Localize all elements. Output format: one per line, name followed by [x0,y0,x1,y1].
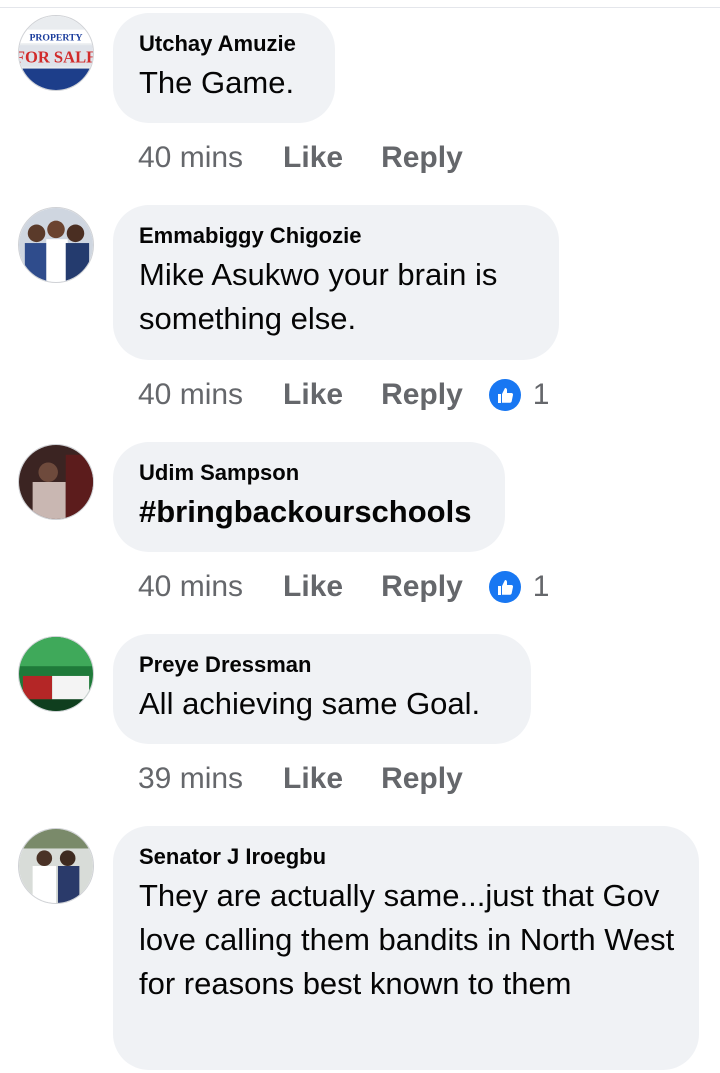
comment-text: The Game. [139,65,295,100]
reaction-count: 1 [532,570,550,603]
comment-text: #bringbackourschools [139,494,472,529]
reply-button[interactable]: Reply [381,141,463,175]
avatar[interactable] [18,636,94,712]
avatar-image [19,445,93,519]
comment-time[interactable]: 40 mins [138,378,243,412]
comment-bubble: Udim Sampson #bringbackourschools [113,442,505,552]
comment-author[interactable]: Emmabiggy Chigozie [139,223,533,249]
comment-author[interactable]: Udim Sampson [139,460,479,486]
comment-bubble: Preye Dressman All achieving same Goal. [113,634,531,744]
comment-author[interactable]: Senator J Iroegbu [139,844,673,870]
avatar[interactable] [18,207,94,283]
like-button[interactable]: Like [283,141,343,175]
thumbs-up-icon [488,571,521,603]
reply-button[interactable]: Reply [381,378,463,412]
comment-time[interactable]: 39 mins [138,762,243,796]
comment-actions: 40 mins Like Reply [138,138,501,178]
avatar-sign-text: PROPERTY [29,32,82,43]
like-button[interactable]: Like [283,570,343,604]
like-button[interactable]: Like [283,378,343,412]
avatar-image: PROPERTY FOR SALE [19,16,93,90]
comment-time[interactable]: 40 mins [138,570,243,604]
reaction-count: 1 [532,378,550,411]
avatar[interactable] [18,444,94,520]
avatar-image [19,208,93,282]
comment-text: They are actually same...just that Gov l… [139,878,675,1001]
comment-text: All achieving same Goal. [139,686,481,721]
top-divider [0,0,720,8]
reply-button[interactable]: Reply [381,570,463,604]
reply-button[interactable]: Reply [381,762,463,796]
comment-time[interactable]: 40 mins [138,141,243,175]
reaction-summary[interactable]: 1 [488,570,550,604]
comment-actions: 40 mins Like Reply 1 [138,567,549,607]
comment-author[interactable]: Utchay Amuzie [139,31,309,57]
comment-bubble: Senator J Iroegbu They are actually same… [113,826,699,1070]
avatar[interactable] [18,828,94,904]
thumbs-up-icon [488,379,521,411]
avatar[interactable]: PROPERTY FOR SALE [18,15,94,91]
like-button[interactable]: Like [283,762,343,796]
comment-bubble: Emmabiggy Chigozie Mike Asukwo your brai… [113,205,559,360]
comment-actions: 40 mins Like Reply 1 [138,375,549,415]
comment-actions: 39 mins Like Reply [138,759,501,799]
reaction-summary[interactable]: 1 [488,378,550,412]
avatar-image [19,637,93,711]
comment-bubble: Utchay Amuzie The Game. [113,13,335,123]
avatar-image [19,829,93,903]
avatar-sign-text: FOR SALE [19,48,93,67]
comment-text: Mike Asukwo your brain is something else… [139,257,498,336]
comment-author[interactable]: Preye Dressman [139,652,505,678]
